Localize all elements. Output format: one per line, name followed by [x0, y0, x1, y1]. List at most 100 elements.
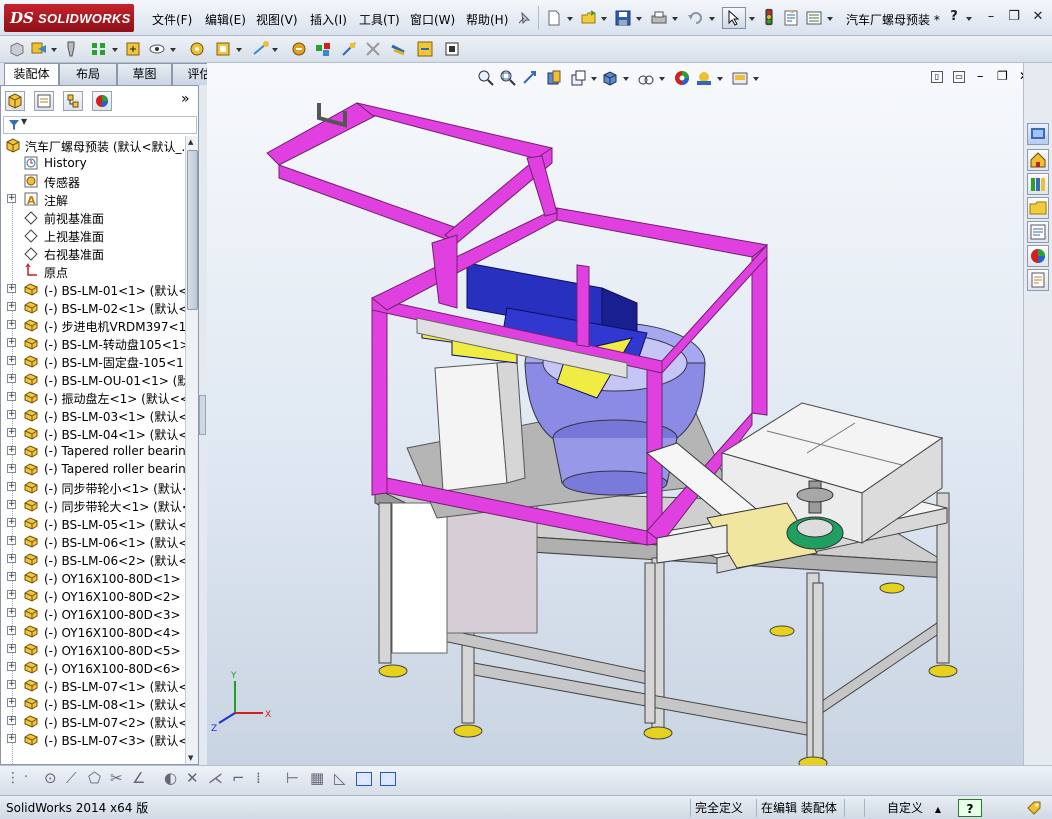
expand-toggle-icon[interactable]: +	[7, 320, 16, 329]
units-selector[interactable]: 自定义 ▲	[864, 799, 956, 817]
menu-help[interactable]: 帮助(H)	[466, 11, 508, 28]
motion-dropdown-icon[interactable]	[272, 48, 278, 52]
explode-line-sketch-icon[interactable]	[340, 40, 358, 58]
insert-component-icon[interactable]	[8, 40, 26, 58]
expand-toggle-icon[interactable]: +	[7, 338, 16, 347]
expand-toggle-icon[interactable]: +	[7, 428, 16, 437]
expand-toggle-icon[interactable]: +	[7, 392, 16, 401]
tab-sketch[interactable]: 草图	[117, 63, 172, 85]
hole-alignment-icon[interactable]	[416, 40, 434, 58]
menu-window[interactable]: 窗口(W)	[410, 11, 455, 28]
undo-dropdown-icon[interactable]	[709, 17, 715, 21]
tree-item[interactable]: + (-) OY16X100-80D<1> (默认	[1, 568, 185, 586]
filter-dropdown-icon[interactable]: ▼	[21, 117, 27, 126]
linear-pattern-icon[interactable]	[90, 40, 108, 58]
tree-item[interactable]: + (-) BS-LM-08<1> (默认<<默	[1, 694, 185, 712]
table-tool-icon[interactable]	[380, 772, 396, 786]
pattern-dropdown-icon[interactable]	[112, 48, 118, 52]
tree-item[interactable]: + (-) BS-LM-OU-01<1> (默认<	[1, 370, 185, 388]
reference-geometry-icon[interactable]	[214, 40, 232, 58]
open-folder-icon[interactable]	[580, 9, 598, 27]
grid-tool-icon[interactable]: ▦	[310, 769, 324, 787]
restore-button[interactable]: ❐	[1006, 9, 1022, 25]
tree-item[interactable]: + A 注解	[1, 190, 185, 208]
assembly-model[interactable]: Y X Z	[207, 63, 1023, 765]
expand-toggle-icon[interactable]: +	[7, 464, 16, 473]
perpendicular-tool-icon[interactable]: ⌐	[232, 769, 245, 787]
tree-item[interactable]: + (-) BS-LM-02<1> (默认<<默	[1, 298, 185, 316]
expand-toggle-icon[interactable]: +	[7, 554, 16, 563]
menu-insert[interactable]: 插入(I)	[310, 11, 347, 28]
tree-item[interactable]: + (-) BS-LM-03<1> (默认<<默	[1, 406, 185, 424]
menu-edit[interactable]: 编辑(E)	[205, 11, 246, 28]
print-dropdown-icon[interactable]	[672, 17, 678, 21]
select-dropdown-icon[interactable]	[749, 17, 755, 21]
solidworks-logo[interactable]: DS SOLIDWORKS	[4, 4, 134, 32]
select-button[interactable]	[722, 7, 746, 29]
tree-item[interactable]: + (-) OY16X100-80D<2> (默认	[1, 586, 185, 604]
options-icon[interactable]	[805, 9, 823, 27]
tree-item[interactable]: 传感器	[1, 172, 185, 190]
expand-toggle-icon[interactable]: +	[7, 716, 16, 725]
expand-toggle-icon[interactable]: +	[7, 698, 16, 707]
expand-toggle-icon[interactable]: +	[7, 680, 16, 689]
expand-toggle-icon[interactable]: +	[7, 446, 16, 455]
intersection-tool-icon[interactable]: ✕	[186, 769, 199, 787]
expand-toggle-icon[interactable]: +	[7, 572, 16, 581]
polygon-tool-icon[interactable]: ⬠	[88, 769, 101, 787]
menu-view[interactable]: 视图(V)	[256, 11, 298, 28]
smart-fastener-icon[interactable]	[62, 40, 80, 58]
property-manager-tab[interactable]	[34, 91, 54, 111]
tree-item[interactable]: + (-) BS-LM-06<2> (默认<<默	[1, 550, 185, 568]
angle-snap-icon[interactable]: ◺	[334, 769, 346, 787]
rectangle-tool-icon[interactable]	[356, 772, 372, 786]
line-tool-icon[interactable]: ⟋	[66, 769, 77, 787]
tree-scrollbar[interactable]: ▲ ▼	[185, 136, 198, 764]
tree-item[interactable]: + (-) OY16X100-80D<4> (默认	[1, 622, 185, 640]
status-help-button[interactable]: ?	[958, 799, 982, 817]
units-caret-icon[interactable]: ▲	[935, 805, 941, 814]
help-button[interactable]: ?	[946, 9, 962, 25]
file-explorer-button[interactable]	[1027, 197, 1049, 219]
exploded-view-icon[interactable]	[314, 40, 332, 58]
move-component-icon[interactable]	[124, 40, 142, 58]
design-library-button[interactable]	[1027, 173, 1049, 195]
dimension-tool-icon[interactable]: ⊢	[286, 769, 299, 787]
tree-item[interactable]: + (-) 同步带轮大<1> (默认<<	[1, 496, 185, 514]
scrollbar-thumb[interactable]	[187, 150, 198, 310]
angle-tool-icon[interactable]: ∠	[132, 769, 145, 787]
file-properties-icon[interactable]	[782, 9, 800, 27]
expand-toggle-icon[interactable]: +	[7, 410, 16, 419]
save-icon[interactable]	[614, 9, 632, 27]
tree-item[interactable]: + (-) BS-LM-07<3> (默认<<默	[1, 730, 185, 748]
panel-expand-button[interactable]: »	[181, 91, 190, 107]
midpoint-tool-icon[interactable]: ⋌	[208, 769, 223, 787]
expand-toggle-icon[interactable]: +	[7, 374, 16, 383]
undo-icon[interactable]	[686, 9, 704, 27]
tree-item[interactable]: + (-) 同步带轮小<1> (默认<<	[1, 478, 185, 496]
tree-item[interactable]: + (-) BS-LM-04<1> (默认<<默	[1, 424, 185, 442]
tree-item[interactable]: + (-) 步进电机VRDM397<1> (	[1, 316, 185, 334]
expand-toggle-icon[interactable]: +	[7, 518, 16, 527]
tree-root-assembly[interactable]: 汽车厂螺母预装 (默认<默认_...	[1, 136, 185, 154]
tree-item[interactable]: + (-) OY16X100-80D<5> (默认	[1, 640, 185, 658]
expand-toggle-icon[interactable]: +	[7, 626, 16, 635]
expand-toggle-icon[interactable]: +	[7, 608, 16, 617]
point-tool-icon[interactable]: ·	[24, 770, 28, 785]
help-dropdown-icon[interactable]	[966, 17, 972, 21]
save-dropdown-icon[interactable]	[636, 17, 642, 21]
tree-item[interactable]: 右视基准面	[1, 244, 185, 262]
reference-dropdown-icon[interactable]	[236, 48, 242, 52]
tree-item[interactable]: + (-) BS-LM-06<1> (默认<<默	[1, 532, 185, 550]
tab-layout[interactable]: 布局	[59, 63, 117, 85]
tree-item[interactable]: + (-) BS-LM-07<1> (默认<<默	[1, 676, 185, 694]
home-button[interactable]	[1027, 149, 1049, 171]
expand-toggle-icon[interactable]: +	[7, 590, 16, 599]
scroll-down-arrow-icon[interactable]: ▼	[188, 754, 193, 762]
mate-dropdown-icon[interactable]	[51, 48, 57, 52]
tree-item[interactable]: + (-) BS-LM-07<2> (默认<<默	[1, 712, 185, 730]
appearances-button[interactable]	[1027, 245, 1049, 267]
tab-assembly[interactable]: 装配体	[4, 63, 59, 86]
rebuild-traffic-light-icon[interactable]	[760, 8, 778, 26]
tree-item[interactable]: + (-) Tapered roller bearings GE	[1, 460, 185, 478]
